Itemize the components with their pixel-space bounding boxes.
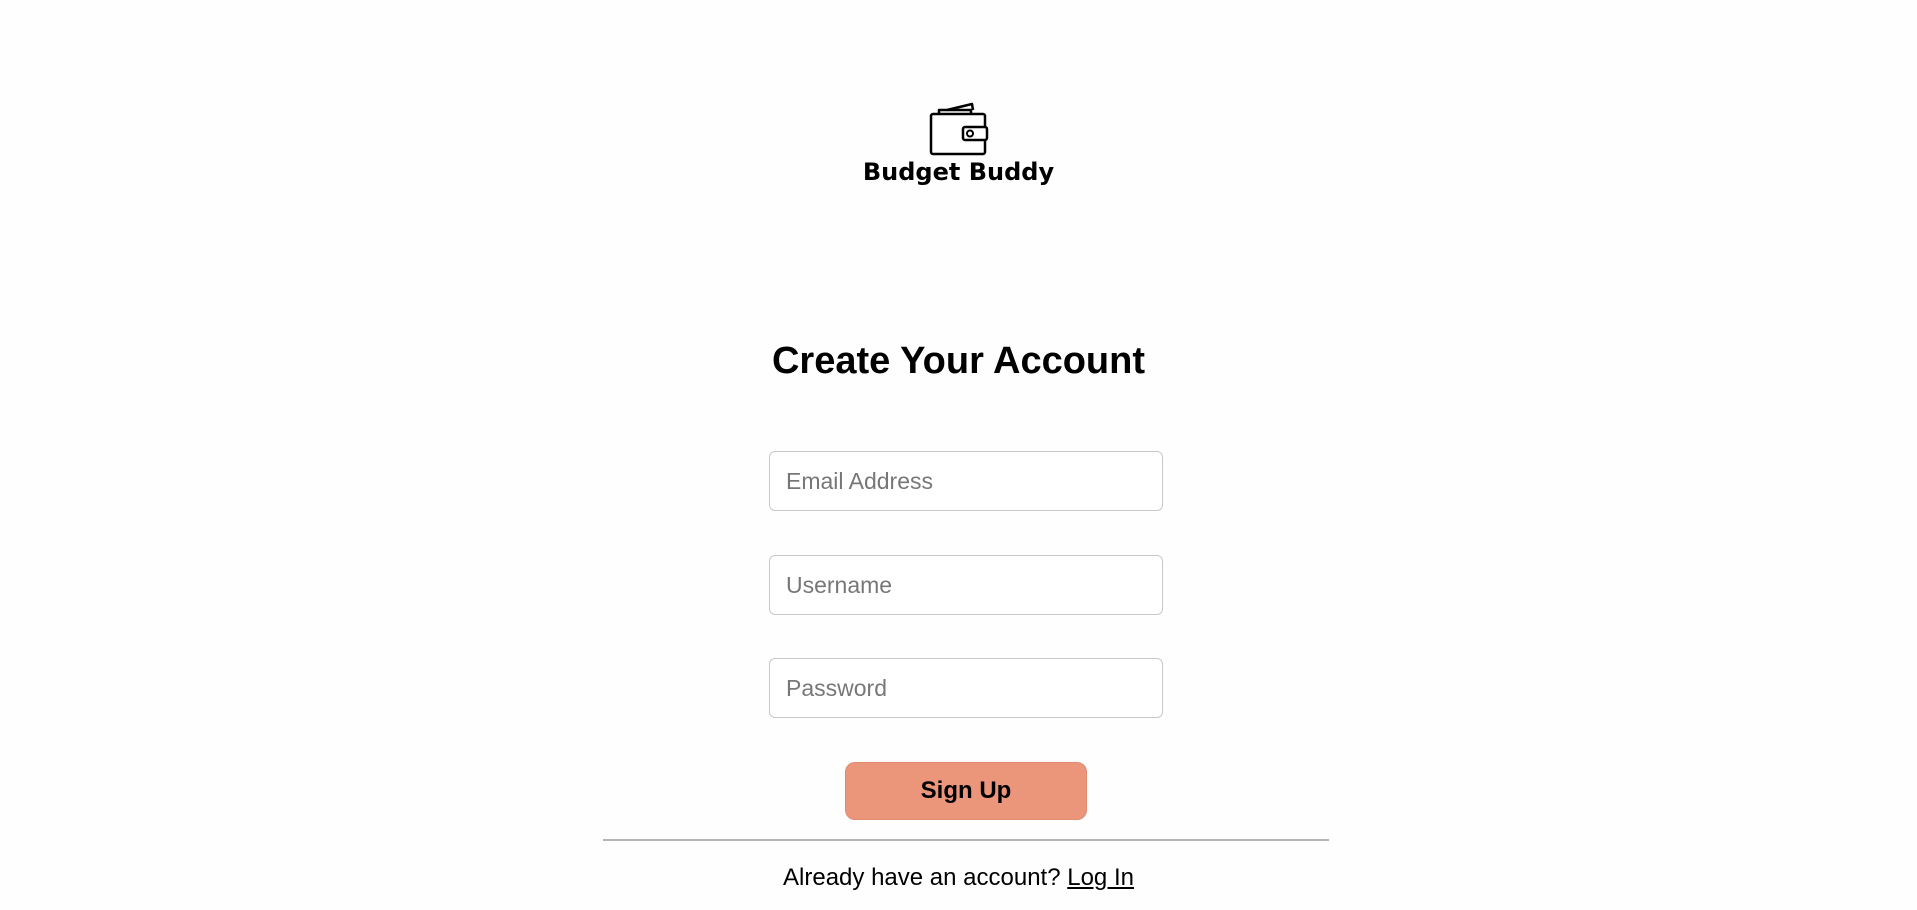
divider <box>603 839 1329 841</box>
login-prompt: Already have an account? Log In <box>0 864 1917 892</box>
login-prompt-text: Already have an account? <box>783 864 1061 891</box>
log-in-link[interactable]: Log In <box>1067 864 1134 891</box>
brand-logo: Budget Buddy <box>0 100 1917 186</box>
signup-page: Budget Buddy Create Your Account Sign Up… <box>0 0 1917 910</box>
page-title: Create Your Account <box>771 340 1146 382</box>
brand-name: Budget Buddy <box>862 158 1055 186</box>
sign-up-button[interactable]: Sign Up <box>845 762 1087 820</box>
password-field[interactable] <box>769 658 1163 718</box>
email-field[interactable] <box>769 451 1163 511</box>
wallet-icon <box>927 100 991 158</box>
username-field[interactable] <box>769 555 1163 615</box>
